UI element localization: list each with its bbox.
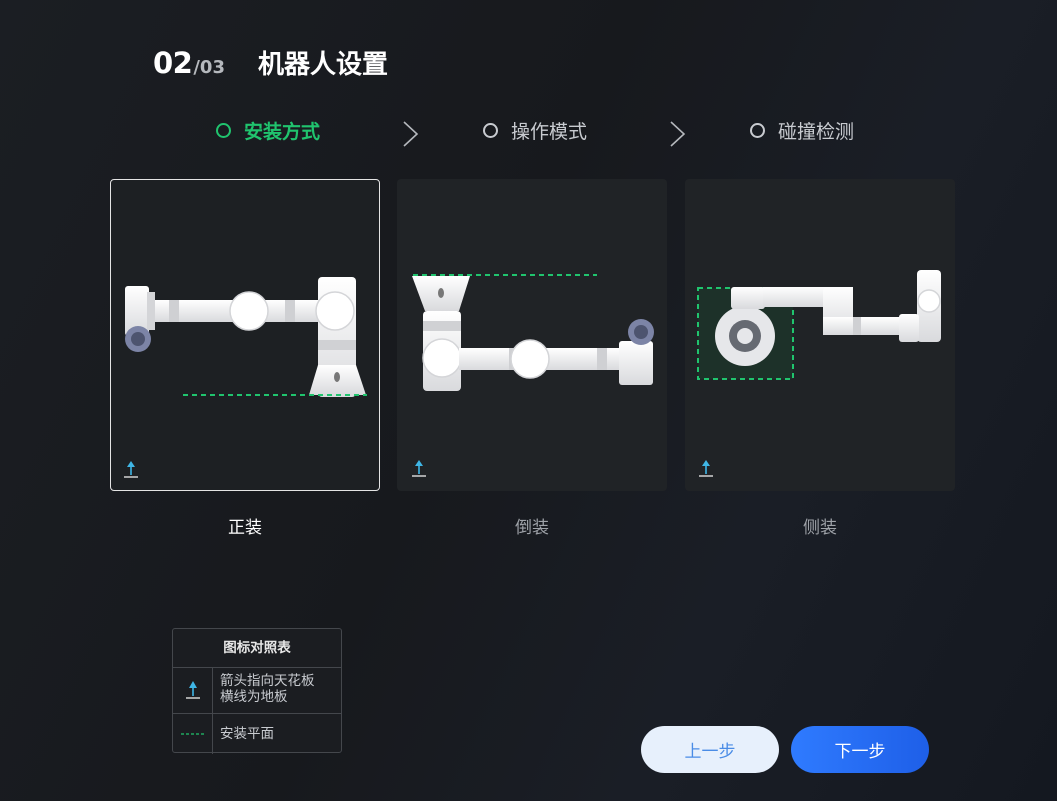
page-title: 机器人设置: [257, 50, 388, 80]
mount-card-wall[interactable]: [685, 179, 955, 491]
legend-icon-cell: [173, 714, 213, 754]
previous-step-button[interactable]: 上一步: [641, 726, 779, 773]
dashed-line-icon: [180, 733, 205, 735]
robot-arm-floor-image: [125, 277, 367, 397]
step-collision-detection[interactable]: 碰撞检测: [750, 117, 854, 144]
next-step-button[interactable]: 下一步: [791, 726, 929, 773]
mount-card-floor[interactable]: [110, 179, 380, 491]
step-circle-icon: [483, 123, 498, 138]
icon-legend: 图标对照表 箭头指向天花板 横线为地板 安装平面: [172, 628, 342, 754]
chevron-right-icon: [670, 121, 686, 147]
legend-text-line: 横线为地板: [220, 689, 288, 705]
page-header: 02 /03 机器人设置: [153, 44, 388, 81]
legend-title: 图标对照表: [173, 629, 341, 668]
card-label-wall: 侧装: [803, 518, 837, 538]
arrow-up-floor-icon: [185, 680, 200, 699]
legend-text-line: 安装平面: [220, 726, 274, 742]
step-label: 操作模式: [511, 121, 588, 143]
step-current: 02: [153, 46, 193, 80]
arrow-up-floor-icon: [699, 460, 713, 477]
stepper: 安装方式 操作模式 碰撞检测: [0, 117, 1057, 149]
chevron-right-icon: [403, 121, 419, 147]
legend-text-line: 箭头指向天花板: [220, 673, 315, 689]
card-label-ceiling: 倒装: [515, 518, 549, 538]
step-total: /03: [193, 57, 225, 78]
step-install-method[interactable]: 安装方式: [216, 117, 320, 144]
robot-arm-ceiling-image: [412, 274, 654, 391]
step-label: 安装方式: [244, 121, 321, 143]
step-label: 碰撞检测: [778, 121, 855, 143]
step-circle-icon: [750, 123, 765, 138]
robot-arm-wall-image: [697, 270, 941, 380]
legend-row-plane: 安装平面: [173, 714, 341, 754]
card-label-floor: 正装: [228, 518, 262, 538]
mount-card-ceiling[interactable]: [397, 179, 667, 491]
legend-text-arrow: 箭头指向天花板 横线为地板: [213, 668, 322, 713]
legend-icon-cell: [173, 668, 213, 713]
arrow-up-floor-icon: [124, 461, 138, 478]
step-circle-icon: [216, 123, 231, 138]
legend-text-plane: 安装平面: [213, 714, 281, 754]
legend-row-arrow: 箭头指向天花板 横线为地板: [173, 668, 341, 714]
step-operation-mode[interactable]: 操作模式: [483, 117, 587, 144]
arrow-up-floor-icon: [412, 460, 426, 477]
